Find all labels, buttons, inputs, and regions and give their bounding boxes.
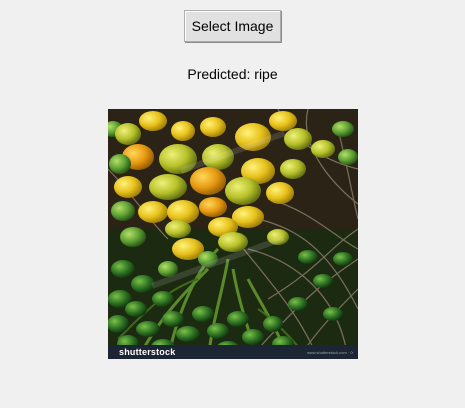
select-image-button[interactable]: Select Image [184,10,281,42]
watermark-bar: shutterstock www.shutterstock.com · 0000… [108,345,358,359]
palm-nuts-photo [108,109,358,359]
watermark-logo: shutterstock [119,347,176,357]
app-window: Select Image Predicted: ripe shutterstoc… [0,0,465,408]
watermark-id: www.shutterstock.com · 000000000 [307,349,353,355]
image-preview: shutterstock www.shutterstock.com · 0000… [108,109,358,359]
prediction-label: Predicted: ripe [187,66,278,82]
